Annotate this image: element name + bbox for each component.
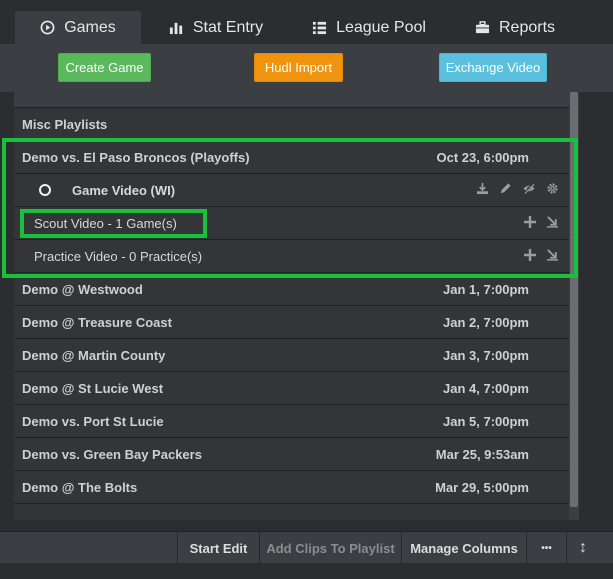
game-row[interactable]: Demo @ Martin County Jan 3, 7:00pm xyxy=(14,338,579,371)
scrollbar-thumb[interactable] xyxy=(570,92,578,507)
tab-label: Reports xyxy=(498,18,556,36)
row-title: Misc Playlists xyxy=(22,116,108,132)
game-title: Demo vs. El Paso Broncos (Playoffs) xyxy=(22,149,250,165)
tab-games[interactable]: Games xyxy=(15,11,141,44)
scout-video-row[interactable]: Scout Video - 1 Game(s) xyxy=(14,206,579,239)
bar-chart-icon xyxy=(169,20,184,35)
manage-columns-button[interactable]: Manage Columns xyxy=(401,532,526,564)
collapse-arrow-icon[interactable] xyxy=(546,248,559,264)
bottom-toolbar: Start Edit Add Clips To Playlist Manage … xyxy=(0,531,613,564)
add-clips-to-playlist-button[interactable]: Add Clips To Playlist xyxy=(259,532,401,564)
play-circle-icon xyxy=(40,20,55,35)
video-title: Game Video (WI) xyxy=(72,182,176,198)
collapse-arrow-icon[interactable] xyxy=(546,215,559,231)
game-date: Mar 29, 5:00pm xyxy=(435,479,529,495)
create-game-button[interactable]: Create Game xyxy=(58,53,151,82)
plus-icon[interactable] xyxy=(524,248,536,264)
game-row[interactable]: Demo @ St Lucie West Jan 4, 7:00pm xyxy=(14,371,579,404)
game-list: Misc Playlists Demo vs. El Paso Broncos … xyxy=(14,92,579,520)
tab-label: Games xyxy=(64,18,116,36)
game-row-partial[interactable] xyxy=(14,503,579,520)
pencil-icon[interactable] xyxy=(499,182,512,198)
tab-stat-entry[interactable]: Stat Entry xyxy=(160,11,272,44)
scout-video-title: Scout Video - 1 Game(s) xyxy=(34,215,177,231)
practice-video-title: Practice Video - 0 Practice(s) xyxy=(34,248,203,264)
game-date: Jan 1, 7:00pm xyxy=(443,281,529,297)
game-row[interactable]: Demo @ Treasure Coast Jan 2, 7:00pm xyxy=(14,305,579,338)
plus-icon[interactable] xyxy=(524,215,536,231)
tab-label: Stat Entry xyxy=(192,18,264,36)
game-title: Demo vs. Port St Lucie xyxy=(22,413,164,429)
game-title: Demo @ Martin County xyxy=(22,347,166,363)
practice-video-row[interactable]: Practice Video - 0 Practice(s) xyxy=(14,239,579,272)
game-video-row[interactable]: Game Video (WI) xyxy=(14,173,579,206)
game-date: Jan 4, 7:00pm xyxy=(443,380,529,396)
game-row[interactable]: Demo vs. Port St Lucie Jan 5, 7:00pm xyxy=(14,404,579,437)
sort-icon[interactable]: ↕ xyxy=(566,532,599,564)
game-title: Demo @ St Lucie West xyxy=(22,380,164,396)
game-row[interactable]: Demo @ The Bolts Mar 29, 5:00pm xyxy=(14,470,579,503)
game-title: Demo vs. Green Bay Packers xyxy=(22,446,202,462)
start-edit-button[interactable]: Start Edit xyxy=(177,532,259,564)
game-title: Demo @ Westwood xyxy=(22,281,143,297)
hudl-import-button[interactable]: Hudl Import xyxy=(254,53,343,82)
action-bar: Create Game Hudl Import Exchange Video xyxy=(0,44,613,92)
game-date: Oct 23, 6:00pm xyxy=(436,149,530,165)
briefcase-icon xyxy=(475,20,490,35)
tab-reports[interactable]: Reports xyxy=(465,11,565,44)
misc-playlists-row[interactable]: Misc Playlists xyxy=(14,107,579,140)
game-date: Jan 3, 7:00pm xyxy=(443,347,529,363)
game-title: Demo @ The Bolts xyxy=(22,479,138,495)
game-title: Demo @ Treasure Coast xyxy=(22,314,172,330)
gear-icon[interactable] xyxy=(546,182,559,198)
game-date: Jan 5, 7:00pm xyxy=(443,413,529,429)
game-row[interactable]: Demo vs. Green Bay Packers Mar 25, 9:53a… xyxy=(14,437,579,470)
tab-league-pool[interactable]: League Pool xyxy=(305,11,433,44)
main-tabs: Games Stat Entry League Pool Reports xyxy=(0,0,613,46)
game-row[interactable]: Demo @ Westwood Jan 1, 7:00pm xyxy=(14,272,579,305)
more-options-icon[interactable]: ••• xyxy=(526,532,566,564)
tab-label: League Pool xyxy=(336,18,426,36)
hidden-eye-icon[interactable] xyxy=(522,182,536,198)
expanded-game-row[interactable]: Demo vs. El Paso Broncos (Playoffs) Oct … xyxy=(14,140,579,173)
radio-button[interactable] xyxy=(39,184,51,196)
list-icon xyxy=(312,20,327,35)
game-date: Mar 25, 9:53am xyxy=(435,446,529,462)
exchange-video-button[interactable]: Exchange Video xyxy=(439,53,547,82)
download-icon[interactable] xyxy=(476,182,489,198)
game-date: Jan 2, 7:00pm xyxy=(443,314,529,330)
